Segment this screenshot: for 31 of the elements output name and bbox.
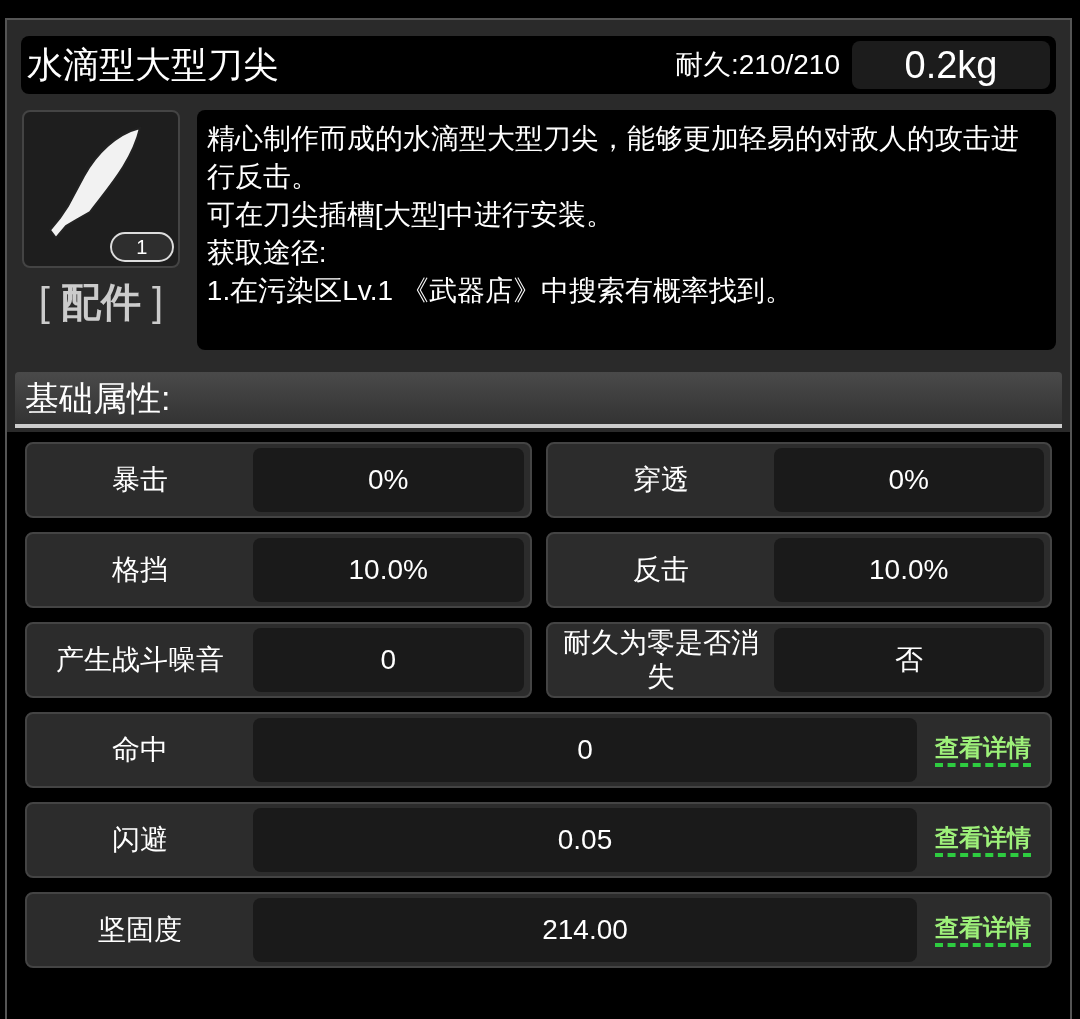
details-link[interactable]: 查看详情 [935,823,1031,857]
section-title: 基础属性: [25,381,171,415]
stat-label: 格挡 [111,553,169,587]
description-text: 1.在污染区Lv.1 《武器店》中搜索有概率找到。 [206,274,794,308]
stat-value: 10.0% [773,538,1044,602]
stat-label: 反击 [631,553,690,587]
details-link[interactable]: 查看详情 [935,913,1031,947]
stat-value: 0 [253,718,917,782]
stat-label: 命中 [111,733,169,767]
details-link[interactable]: 查看详情 [935,733,1031,767]
stat-label: 闪避 [111,823,169,857]
stat-label: 坚固度 [97,913,183,947]
stat-label: 暴击 [111,463,169,497]
stat-value: 0% [773,448,1044,512]
stat-value: 0.05 [253,808,917,872]
item-name: 水滴型大型刀尖 [27,47,279,83]
count-badge: 1 [109,232,174,262]
stat-value: 0 [253,628,524,692]
description-text: 可在刀尖插槽[大型]中进行安装。 [206,198,616,232]
description-text: 获取途径: [206,236,328,270]
description-text: 精心制作而成的水滴型大型刀尖，能够更加轻易的对敌人的攻击进行反击。 [206,122,1020,194]
durability-text: 耐久:210/210 [675,51,840,79]
stat-value: 214.00 [253,898,917,962]
category-label: [ 配件 ] [38,282,164,322]
stat-value: 0% [253,448,524,512]
stat-label: 耐久为零是否消失 [561,626,760,694]
stat-label: 穿透 [631,463,690,497]
stat-value: 10.0% [253,538,524,602]
stat-value: 否 [773,628,1044,692]
weight-value: 0.2kg [852,41,1050,89]
stat-label: 产生战斗噪音 [55,643,225,677]
